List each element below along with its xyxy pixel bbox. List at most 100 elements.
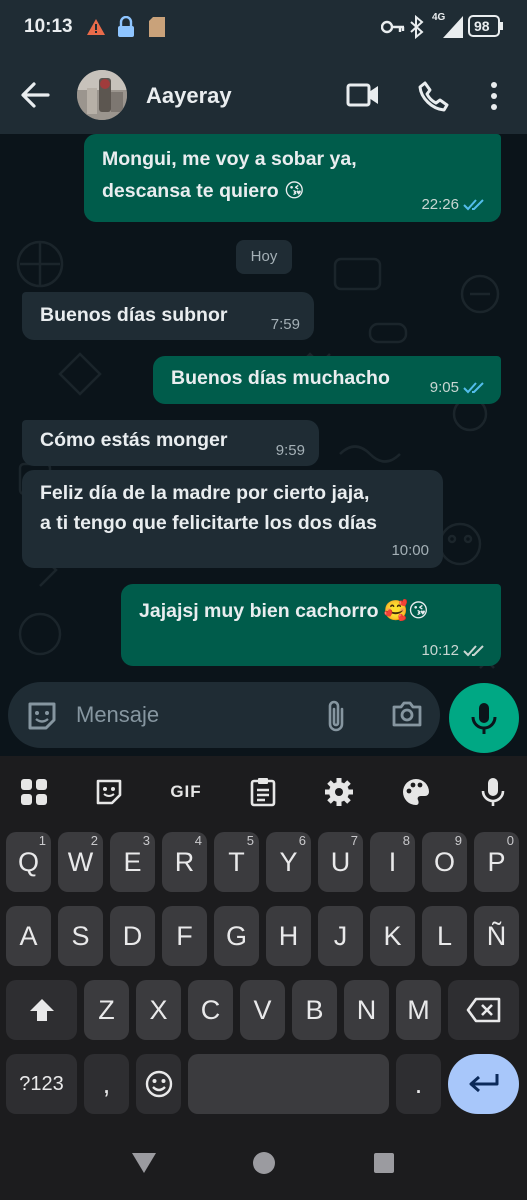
- message-time: 10:00: [391, 542, 429, 559]
- chat-header: Aayeray: [0, 56, 527, 134]
- key-v[interactable]: V: [240, 980, 285, 1040]
- sticker-icon[interactable]: [26, 700, 58, 737]
- clipboard-icon[interactable]: [245, 774, 281, 810]
- key-m[interactable]: M: [396, 980, 441, 1040]
- date-chip: Hoy: [236, 240, 292, 274]
- space-key[interactable]: [188, 1054, 389, 1114]
- attach-icon[interactable]: [324, 699, 348, 738]
- sd-card-icon: [149, 17, 165, 42]
- message-text: Buenos días muchacho: [171, 367, 390, 389]
- palette-icon[interactable]: [398, 774, 434, 810]
- message-bubble-incoming[interactable]: Feliz día de la madre por cierto jaja, a…: [22, 470, 443, 568]
- mic-icon: [471, 703, 497, 734]
- key-e[interactable]: E3: [110, 832, 155, 892]
- message-bubble-outgoing[interactable]: Buenos días muchacho 9:05: [153, 356, 501, 404]
- message-text: a ti tengo que felicitarte los dos días: [40, 512, 377, 534]
- key-enye[interactable]: Ñ: [474, 906, 519, 966]
- shift-key[interactable]: [6, 980, 77, 1040]
- key-icon: [380, 19, 405, 40]
- message-time: 9:05: [429, 379, 459, 396]
- enter-icon: [469, 1074, 498, 1093]
- settings-icon[interactable]: [321, 774, 357, 810]
- avatar[interactable]: [77, 70, 127, 120]
- sticker-icon[interactable]: [91, 774, 127, 810]
- key-n[interactable]: N: [344, 980, 389, 1040]
- nav-back-icon[interactable]: [131, 1152, 157, 1179]
- message-composer: [8, 682, 440, 748]
- emoji-icon: [145, 1070, 172, 1098]
- comma-key[interactable]: ,: [84, 1054, 129, 1114]
- key-c[interactable]: C: [188, 980, 233, 1040]
- key-g[interactable]: G: [214, 906, 259, 966]
- mic-button[interactable]: [449, 683, 519, 753]
- message-text: Jajajsj muy bien cachorro 🥰😘: [139, 600, 429, 622]
- message-input[interactable]: [76, 700, 306, 730]
- message-text: Cómo estás monger: [40, 429, 228, 451]
- lock-icon: [117, 15, 135, 43]
- message-text: Mongui, me voy a sobar ya,: [102, 148, 357, 170]
- nav-recents-icon[interactable]: [373, 1152, 395, 1179]
- shift-icon: [29, 999, 54, 1021]
- status-time: 10:13: [24, 16, 73, 37]
- key-w[interactable]: W2: [58, 832, 103, 892]
- message-bubble-incoming[interactable]: Buenos días subnor 7:59: [22, 292, 314, 340]
- emoji-key[interactable]: [136, 1054, 181, 1114]
- delivered-ticks-icon: [463, 644, 484, 656]
- more-vert-icon[interactable]: [486, 80, 502, 117]
- key-l[interactable]: L: [422, 906, 467, 966]
- phone-icon[interactable]: [417, 80, 449, 117]
- nav-home-icon[interactable]: [252, 1151, 276, 1180]
- key-j[interactable]: J: [318, 906, 363, 966]
- message-text: Feliz día de la madre por cierto jaja,: [40, 482, 370, 504]
- message-bubble-incoming[interactable]: Cómo estás monger 9:59: [22, 420, 319, 466]
- keyboard: GIF Q1 W2 E3 R4 T5 Y6 U7 I8 O9 P0 A S D …: [0, 756, 527, 1200]
- key-a[interactable]: A: [6, 906, 51, 966]
- key-d[interactable]: D: [110, 906, 155, 966]
- key-i[interactable]: I8: [370, 832, 415, 892]
- video-call-icon[interactable]: [346, 82, 380, 113]
- key-p[interactable]: P0: [474, 832, 519, 892]
- backspace-icon: [466, 997, 500, 1023]
- contact-name[interactable]: Aayeray: [146, 83, 232, 109]
- chat-area[interactable]: Mongui, me voy a sobar ya, descansa te q…: [0, 134, 527, 756]
- backspace-key[interactable]: [448, 980, 519, 1040]
- message-time: 22:26: [421, 196, 459, 213]
- message-bubble-outgoing[interactable]: Mongui, me voy a sobar ya, descansa te q…: [84, 134, 501, 222]
- message-text: Buenos días subnor: [40, 304, 228, 326]
- key-r[interactable]: R4: [162, 832, 207, 892]
- status-bar: 10:13 4G 98: [0, 0, 527, 56]
- back-arrow-icon: [21, 82, 50, 108]
- message-time: 9:59: [275, 442, 305, 459]
- key-o[interactable]: O9: [422, 832, 467, 892]
- key-z[interactable]: Z: [84, 980, 129, 1040]
- message-time: 10:12: [421, 642, 459, 659]
- key-u[interactable]: U7: [318, 832, 363, 892]
- key-t[interactable]: T5: [214, 832, 259, 892]
- key-b[interactable]: B: [292, 980, 337, 1040]
- key-x[interactable]: X: [136, 980, 181, 1040]
- key-y[interactable]: Y6: [266, 832, 311, 892]
- gif-label: GIF: [170, 782, 202, 801]
- battery-level: 98: [474, 18, 490, 34]
- period-key[interactable]: .: [396, 1054, 441, 1114]
- apps-grid-icon[interactable]: [16, 774, 52, 810]
- voice-input-icon[interactable]: [475, 774, 511, 810]
- key-h[interactable]: H: [266, 906, 311, 966]
- system-nav-bar: [0, 1140, 527, 1200]
- read-ticks-icon: [463, 381, 484, 393]
- enter-key[interactable]: [448, 1054, 519, 1114]
- alert-triangle-icon: [86, 18, 106, 41]
- avatar-photo: [77, 70, 127, 120]
- message-bubble-outgoing[interactable]: Jajajsj muy bien cachorro 🥰😘 10:12: [121, 584, 501, 666]
- signal-icon: [443, 16, 463, 43]
- key-q[interactable]: Q1: [6, 832, 51, 892]
- bluetooth-icon: [410, 14, 424, 44]
- key-f[interactable]: F: [162, 906, 207, 966]
- key-k[interactable]: K: [370, 906, 415, 966]
- message-text: descansa te quiero 😘: [102, 180, 305, 202]
- gif-icon[interactable]: GIF: [166, 774, 206, 810]
- back-button[interactable]: [16, 78, 54, 112]
- camera-icon[interactable]: [391, 700, 423, 733]
- symbols-key[interactable]: ?123: [6, 1054, 77, 1114]
- key-s[interactable]: S: [58, 906, 103, 966]
